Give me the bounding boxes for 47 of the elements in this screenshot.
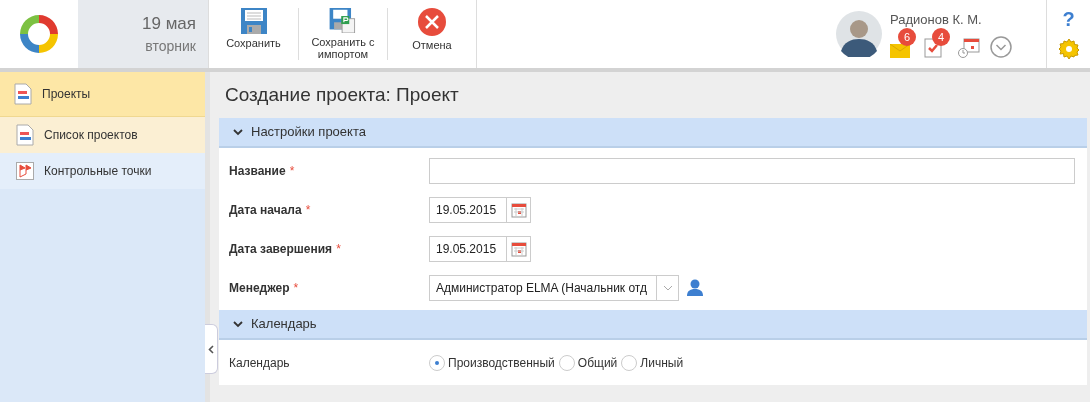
settings-icon[interactable] bbox=[1058, 39, 1079, 59]
document-icon bbox=[14, 83, 32, 105]
required-mark: * bbox=[293, 279, 299, 297]
radio-option[interactable]: Личный bbox=[621, 353, 684, 372]
section-header[interactable]: Календарь bbox=[219, 310, 1087, 340]
radio-option[interactable]: Общий bbox=[558, 353, 618, 372]
help-button[interactable]: ? bbox=[1062, 9, 1075, 29]
field-label: Дата начала bbox=[229, 201, 302, 219]
toolbar-button[interactable]: Сохранить bbox=[209, 8, 298, 60]
weekday-label: вторник bbox=[145, 37, 196, 57]
field-label: Название bbox=[229, 162, 286, 180]
required-mark: * bbox=[305, 201, 311, 219]
count-badge: 4 bbox=[932, 27, 950, 46]
required-mark: * bbox=[336, 240, 341, 258]
avatar bbox=[836, 11, 882, 57]
toolbar-button[interactable]: Сохранить с импортом bbox=[298, 8, 387, 60]
sidebar-item[interactable]: Список проектов bbox=[0, 117, 205, 153]
date-field[interactable]: 19.05.2015 bbox=[429, 196, 531, 223]
name-field[interactable] bbox=[429, 157, 1075, 184]
chevron-down-icon bbox=[662, 284, 673, 291]
floppy-disk-import-icon bbox=[328, 8, 358, 33]
person-icon[interactable] bbox=[687, 279, 703, 296]
chevron-down-circle-icon[interactable] bbox=[990, 35, 1012, 58]
manager-dropdown[interactable]: Администратор ELMA (Начальник отд bbox=[429, 274, 679, 301]
section-header[interactable]: Настройки проекта bbox=[219, 118, 1087, 148]
calendar-icon bbox=[510, 201, 527, 218]
flags-icon bbox=[16, 162, 34, 180]
field-label: Дата завершения bbox=[229, 240, 333, 258]
chevron-left-icon bbox=[208, 344, 214, 354]
sidebar-item[interactable]: Проекты bbox=[0, 72, 205, 117]
field-label: Календарь bbox=[229, 354, 290, 372]
count-badge: 6 bbox=[898, 27, 916, 46]
radio-option[interactable]: Производственный bbox=[429, 353, 555, 372]
page-title: Создание проекта: Проект bbox=[224, 83, 460, 107]
required-mark: * bbox=[289, 162, 295, 180]
collapse-handle[interactable] bbox=[205, 324, 218, 374]
envelope-icon bbox=[890, 43, 910, 58]
date-label: 19 мая bbox=[142, 12, 196, 35]
sidebar-item[interactable]: Контрольные точки bbox=[0, 153, 205, 189]
calendar-icon bbox=[510, 240, 527, 257]
toolbar-button[interactable]: Отмена bbox=[387, 8, 476, 60]
document-icon bbox=[16, 124, 34, 146]
date-field[interactable]: 19.05.2015 bbox=[429, 235, 531, 262]
user-name[interactable]: Радионов К. М. bbox=[890, 10, 1012, 30]
field-label: Менеджер bbox=[229, 279, 290, 297]
close-icon bbox=[418, 8, 446, 36]
calendar-clock-icon[interactable] bbox=[958, 37, 980, 58]
